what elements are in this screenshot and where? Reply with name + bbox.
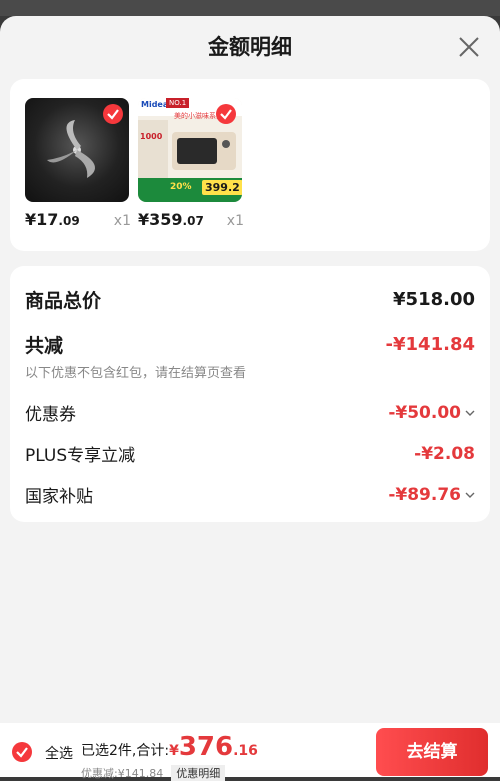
plus-label: PLUS专享立减 (25, 446, 136, 466)
checkout-bar: 全选 已选2件,合计:¥376.16 优惠减:¥141.84 优惠明细 去结算 (0, 723, 500, 781)
total-row: 商品总价 ¥518.00 (25, 286, 475, 313)
total-value: ¥518.00 (393, 289, 475, 310)
close-icon[interactable] (458, 36, 480, 58)
price-breakdown-card: 商品总价 ¥518.00 共减 -¥141.84 以下优惠不包含红包，请在结算页… (10, 266, 490, 522)
reduce-value: -¥141.84 (385, 334, 475, 355)
select-all-label[interactable]: 全选 (45, 743, 73, 763)
selected-count: 已选2件,合计: (81, 743, 170, 759)
total-yen: ¥ (169, 743, 179, 759)
check-icon[interactable] (103, 104, 123, 124)
background-overlay (0, 0, 500, 16)
product-item[interactable]: ¥17.09 x1 (25, 98, 131, 229)
sheet-title: 金额明细 (208, 35, 292, 59)
product-qty: x1 (226, 213, 244, 229)
blade-image (25, 98, 129, 202)
total-decimal: .16 (233, 743, 258, 759)
plus-row: PLUS专享立减 -¥2.08 (25, 441, 475, 467)
subsidy-label: 国家补贴 (25, 487, 93, 507)
check-icon[interactable] (216, 104, 236, 124)
coupon-value: -¥50.00 (388, 402, 461, 423)
products-card: ¥17.09 x1 Midea NO.1 美的小滋味系列 1000 20% 39… (10, 79, 490, 251)
amount-detail-sheet: 金额明细 ¥17.09 x1 Midea NO.1 美的小滋味系列 1000 2… (0, 16, 500, 777)
microwave-image: Midea NO.1 美的小滋味系列 1000 20% 399.2 (138, 98, 242, 202)
reduce-label: 共减 (25, 335, 64, 357)
discount-note: 以下优惠不包含红包，请在结算页查看 (25, 366, 247, 381)
chevron-down-icon[interactable] (465, 409, 475, 417)
subsidy-row[interactable]: 国家补贴 -¥89.76 (25, 482, 475, 507)
reduce-row: 共减 -¥141.84 (25, 331, 475, 358)
product-price: ¥17.09 (25, 210, 80, 229)
chevron-down-icon[interactable] (465, 491, 475, 499)
total-integer: 376 (178, 732, 234, 762)
total-label: 商品总价 (25, 290, 102, 312)
product-price: ¥359.07 (138, 210, 204, 229)
product-item[interactable]: Midea NO.1 美的小滋味系列 1000 20% 399.2 ¥359.0 (138, 98, 244, 229)
product-qty: x1 (113, 213, 131, 229)
plus-value: -¥2.08 (414, 443, 475, 464)
coupon-label: 优惠券 (25, 405, 76, 425)
subsidy-value: -¥89.76 (388, 484, 461, 505)
sheet-header: 金额明细 (0, 16, 500, 78)
discount-summary: 优惠减:¥141.84 (81, 767, 164, 780)
select-all-check-icon[interactable] (12, 742, 32, 762)
order-summary: 已选2件,合计:¥376.16 (81, 732, 258, 762)
checkout-button[interactable]: 去结算 (376, 728, 488, 776)
discount-detail-link[interactable]: 优惠明细 (171, 765, 226, 781)
coupon-row[interactable]: 优惠券 -¥50.00 (25, 400, 475, 425)
